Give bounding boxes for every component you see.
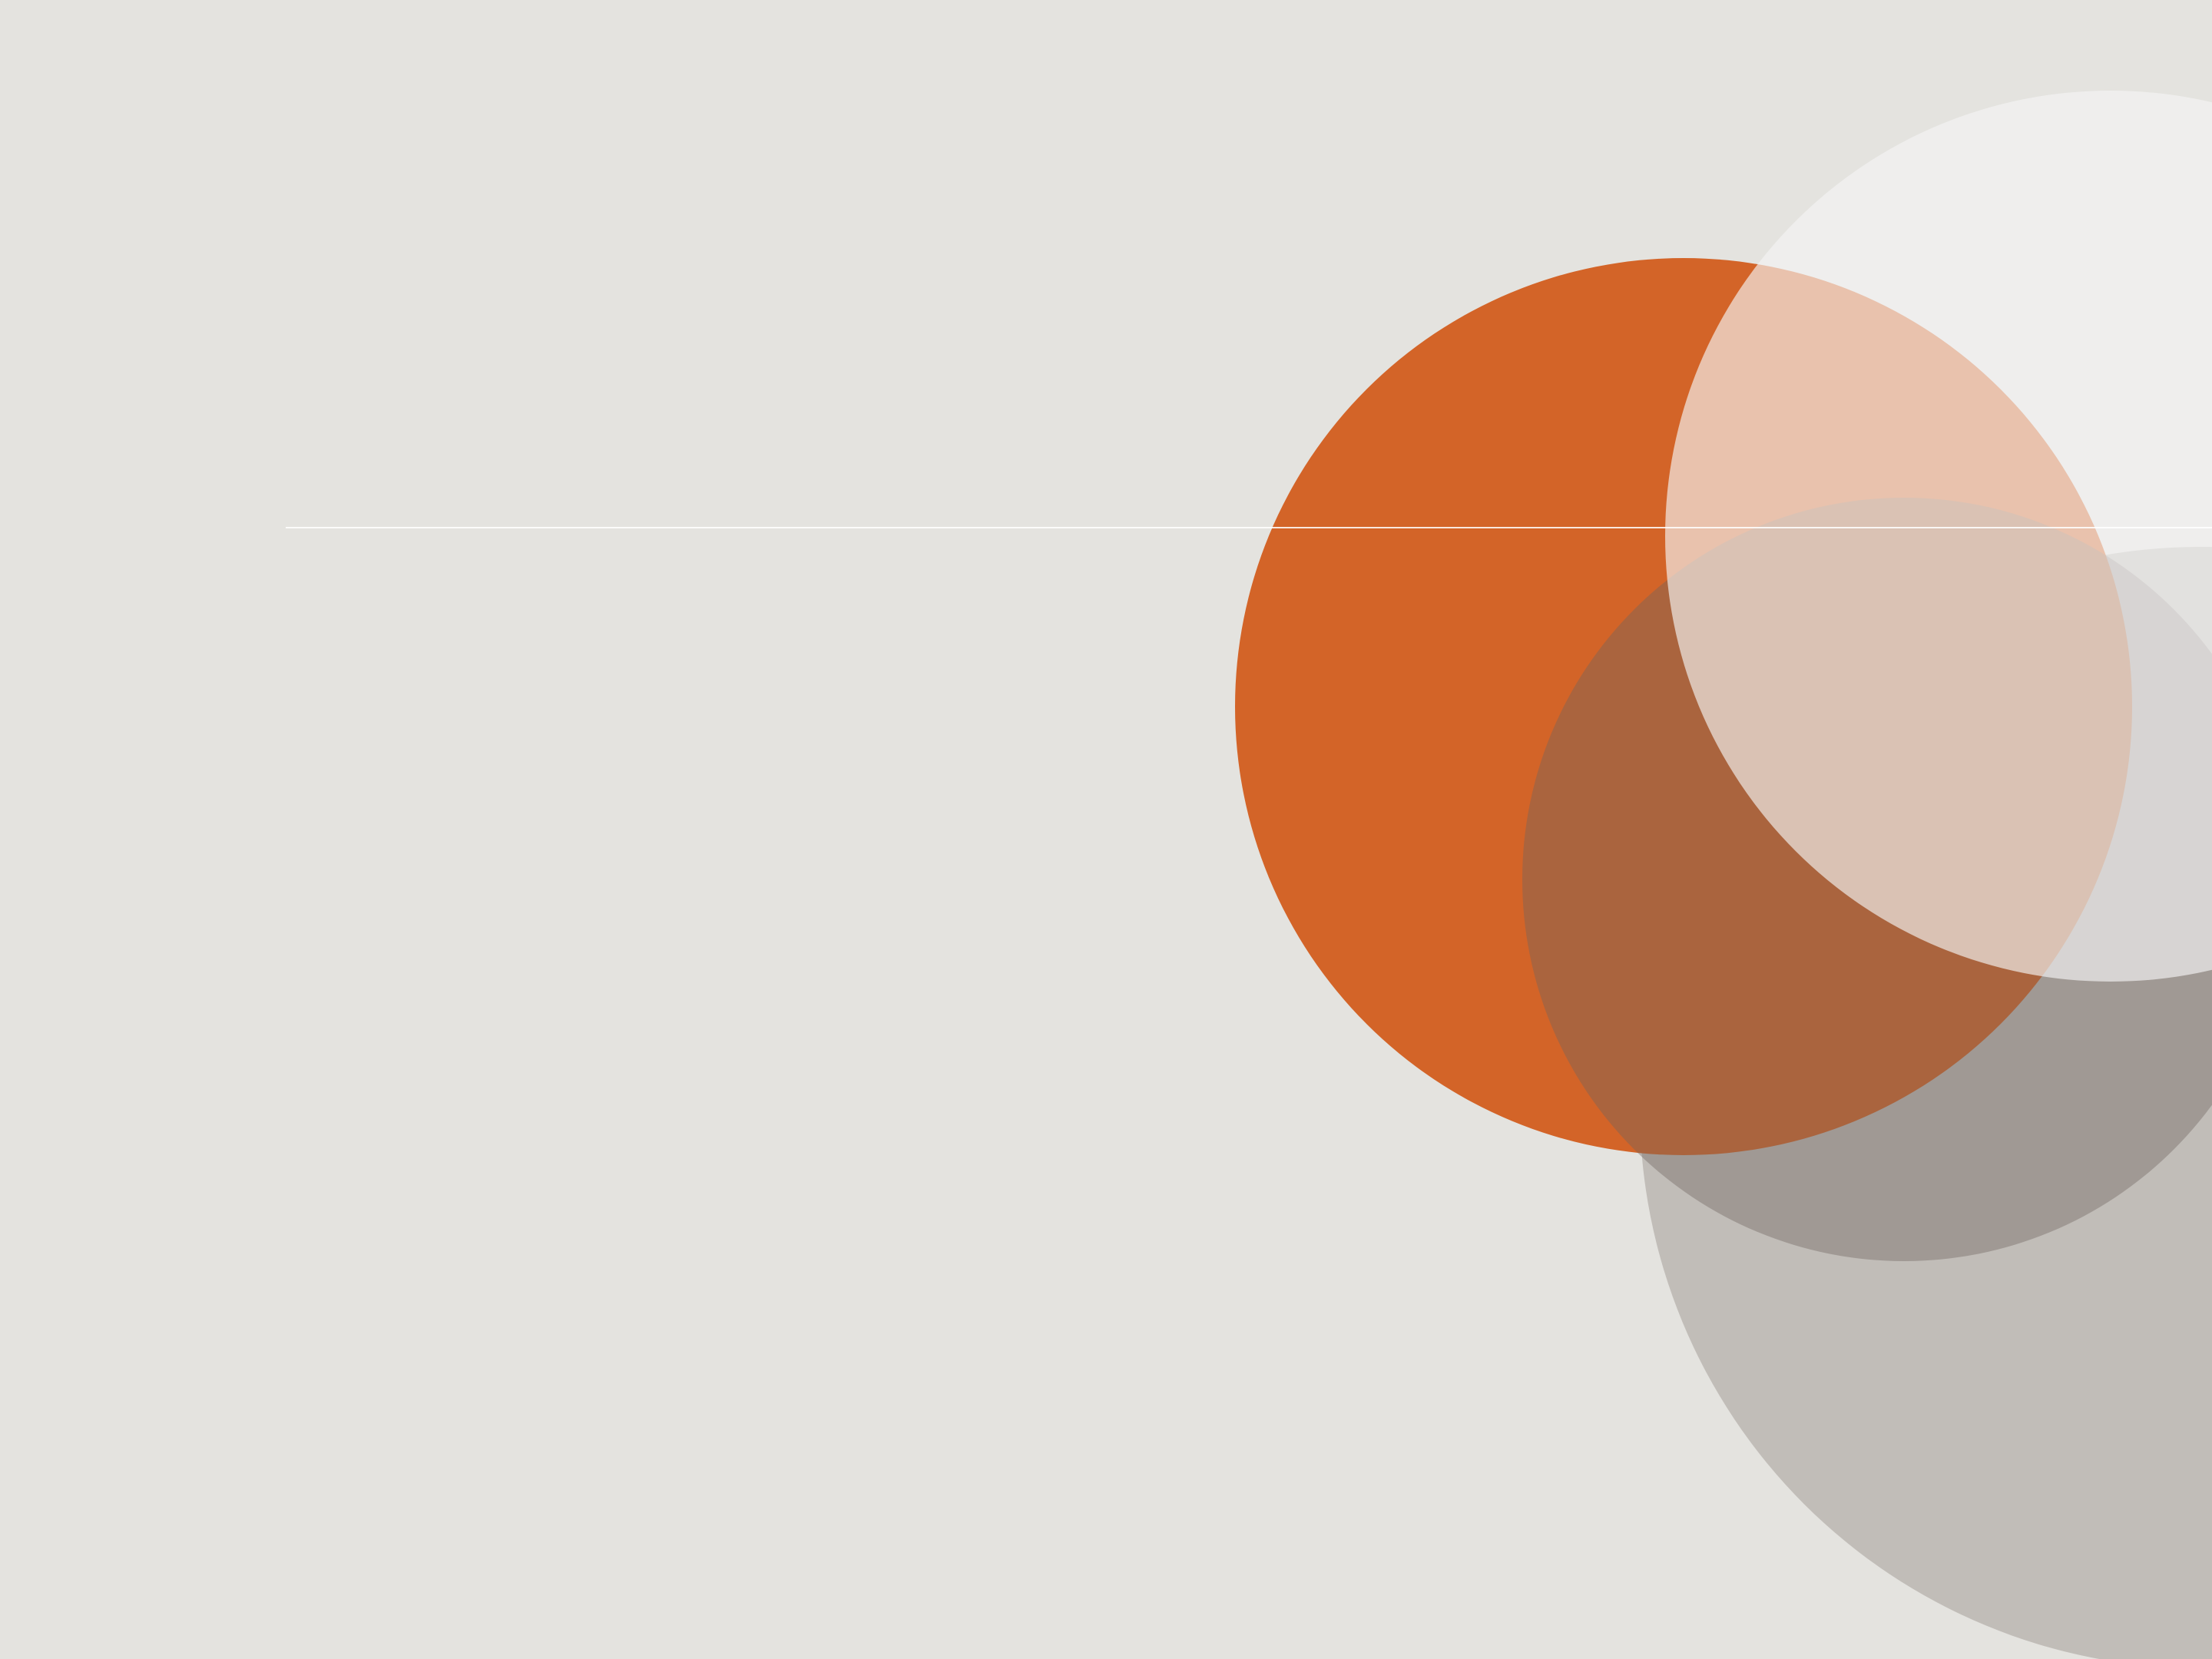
slide-canvas [0,0,2212,1659]
horizontal-rule [286,527,2212,528]
